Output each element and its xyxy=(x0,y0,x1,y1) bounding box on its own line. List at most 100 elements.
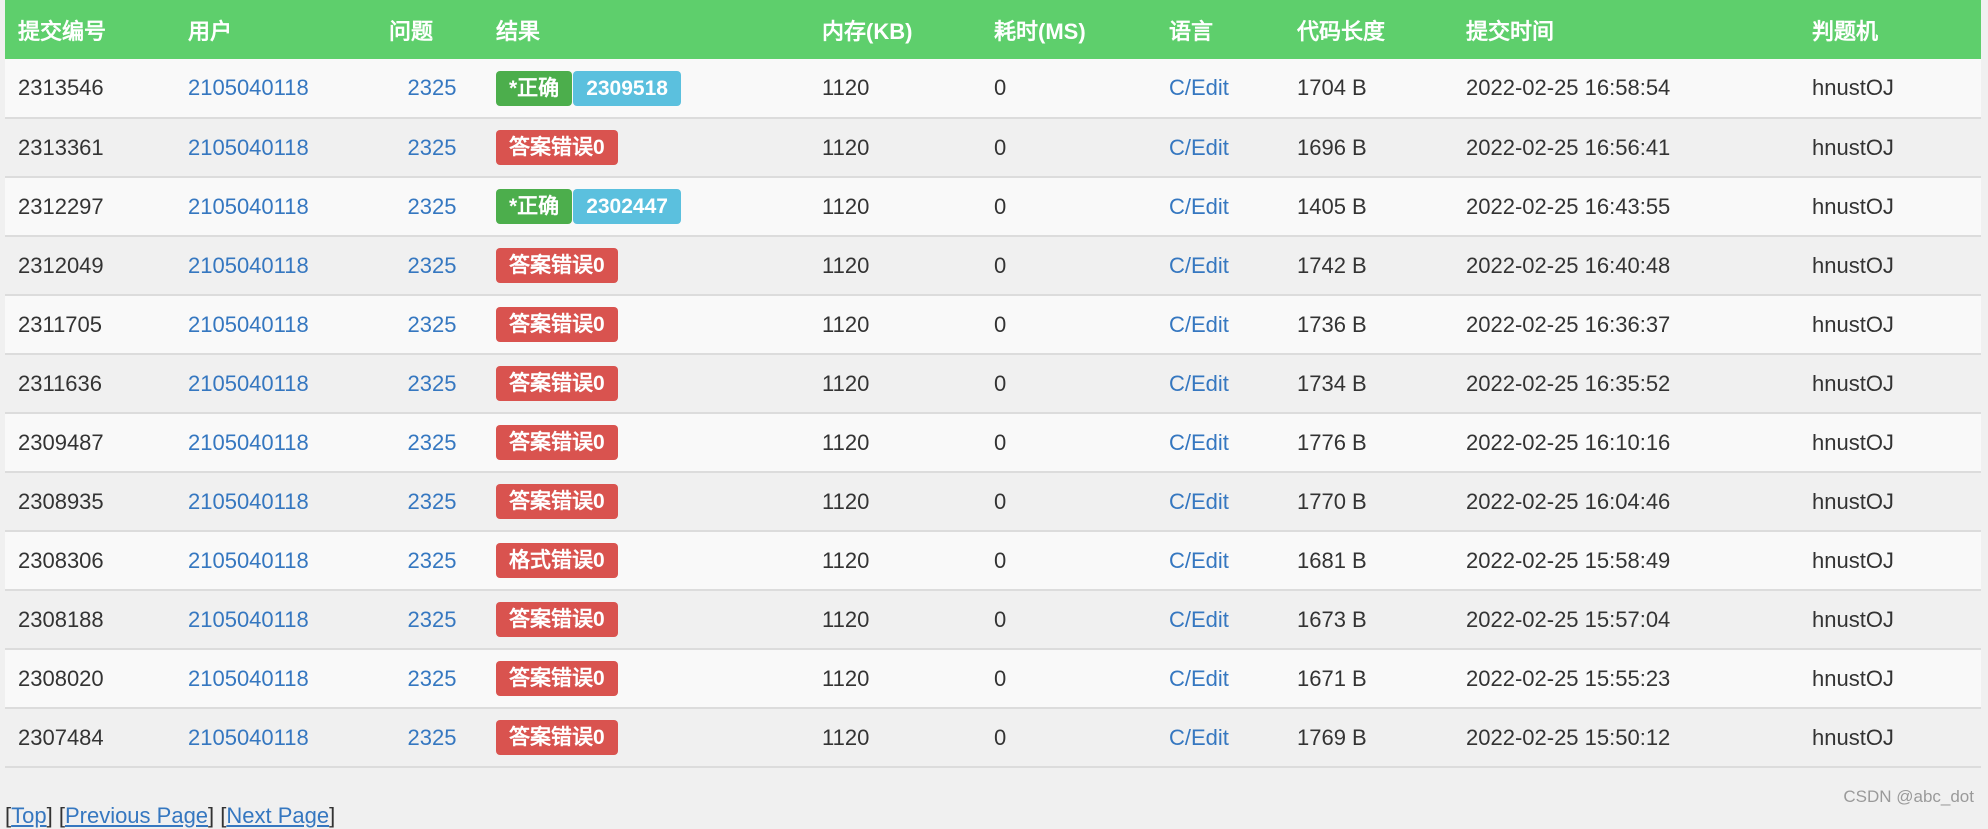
result-error-badge[interactable]: 答案错误0 xyxy=(496,484,618,519)
user-link[interactable]: 2105040118 xyxy=(188,666,309,691)
problem-link[interactable]: 2325 xyxy=(408,548,457,573)
result-error-badge[interactable]: 答案错误0 xyxy=(496,720,618,755)
result-error-badge[interactable]: 答案错误0 xyxy=(496,130,618,165)
header-result: 结果 xyxy=(496,18,541,44)
code-length-cell: 1704 B xyxy=(1297,75,1367,100)
table-row: 2311636 2105040118 2325 答案错误0 1120 0 C/Edit 173… xyxy=(5,354,1981,413)
result-error-badge[interactable]: 答案错误0 xyxy=(496,307,618,342)
language-cell: C/Edit xyxy=(1156,236,1284,295)
user-link[interactable]: 2105040118 xyxy=(188,548,309,573)
header-judge: 判题机 xyxy=(1812,18,1879,44)
user-link[interactable]: 2105040118 xyxy=(188,430,309,455)
language-cell: C/Edit xyxy=(1156,590,1284,649)
user-cell: 2105040118 xyxy=(175,590,381,649)
user-link[interactable]: 2105040118 xyxy=(188,135,309,160)
result-cell: 答案错误0 xyxy=(483,649,809,708)
time-cell: 0 xyxy=(994,75,1007,100)
user-link[interactable]: 2105040118 xyxy=(188,75,309,100)
problem-link[interactable]: 2325 xyxy=(408,312,457,337)
code-length-cell: 1734 B xyxy=(1297,370,1367,396)
code-length-cell: 1769 B xyxy=(1297,724,1367,750)
table-row: 2308188 2105040118 2325 答案错误0 1120 0 C/Edit 167… xyxy=(5,590,1981,649)
problem-link[interactable]: 2325 xyxy=(408,253,457,278)
time-cell: 0 xyxy=(994,311,1007,337)
language-edit-link[interactable]: C/Edit xyxy=(1169,312,1229,337)
memory-cell: 1120 xyxy=(822,134,870,160)
user-link[interactable]: 2105040118 xyxy=(188,312,309,337)
problem-link[interactable]: 2325 xyxy=(408,371,457,396)
language-edit-link[interactable]: C/Edit xyxy=(1169,666,1229,691)
table-row: 2307484 2105040118 2325 答案错误0 1120 0 C/Edit 176… xyxy=(5,708,1981,767)
language-edit-link[interactable]: C/Edit xyxy=(1169,430,1229,455)
code-length-cell: 1671 B xyxy=(1297,665,1367,691)
result-cell: *正确 2302447 xyxy=(483,177,809,236)
memory-cell: 1120 xyxy=(822,429,870,455)
result-cell: *正确 2309518 xyxy=(483,59,809,118)
result-accepted-badge[interactable]: *正确 xyxy=(496,189,573,224)
run-id-cell: 2311705 xyxy=(18,311,103,337)
time-cell: 0 xyxy=(994,665,1007,691)
result-accepted-badge[interactable]: *正确 xyxy=(496,70,573,106)
user-link[interactable]: 2105040118 xyxy=(188,607,309,632)
similarity-badge[interactable]: 2302447 xyxy=(573,189,681,224)
header-memory: 内存(KB) xyxy=(822,18,913,44)
run-id-cell: 2308188 xyxy=(18,606,104,632)
problem-link[interactable]: 2325 xyxy=(408,666,457,691)
problem-link[interactable]: 2325 xyxy=(408,430,457,455)
language-cell: C/Edit xyxy=(1156,649,1284,708)
language-cell: C/Edit xyxy=(1156,295,1284,354)
problem-cell: 2325 xyxy=(381,177,483,236)
user-cell: 2105040118 xyxy=(175,472,381,531)
result-error-badge[interactable]: 格式错误0 xyxy=(496,543,618,578)
problem-link[interactable]: 2325 xyxy=(408,135,457,160)
user-link[interactable]: 2105040118 xyxy=(188,371,309,396)
code-length-cell: 1673 B xyxy=(1297,606,1367,632)
language-edit-link[interactable]: C/Edit xyxy=(1169,194,1229,219)
language-edit-link[interactable]: C/Edit xyxy=(1169,135,1229,160)
next-page-link[interactable]: Next Page xyxy=(226,803,329,828)
user-link[interactable]: 2105040118 xyxy=(188,253,309,278)
problem-cell: 2325 xyxy=(381,649,483,708)
user-link[interactable]: 2105040118 xyxy=(188,725,309,750)
language-edit-link[interactable]: C/Edit xyxy=(1169,75,1229,100)
problem-link[interactable]: 2325 xyxy=(408,194,457,219)
table-row: 2312049 2105040118 2325 答案错误0 1120 0 C/Edit 174… xyxy=(5,236,1981,295)
language-edit-link[interactable]: C/Edit xyxy=(1169,607,1229,632)
problem-link[interactable]: 2325 xyxy=(408,725,457,750)
language-edit-link[interactable]: C/Edit xyxy=(1169,725,1229,750)
language-edit-link[interactable]: C/Edit xyxy=(1169,371,1229,396)
problem-cell: 2325 xyxy=(381,708,483,767)
result-cell: 答案错误0 xyxy=(483,708,809,767)
problem-link[interactable]: 2325 xyxy=(408,607,457,632)
submit-time-cell: 2022-02-25 15:50:12 xyxy=(1466,724,1671,750)
code-length-cell: 1681 B xyxy=(1297,547,1367,573)
table-row: 2313546 2105040118 2325 *正确 2309518 1120 0 C/Ed… xyxy=(5,59,1981,118)
run-id-cell: 2313546 xyxy=(18,75,104,100)
status-table: 提交编号 用户 问题 结果 内存(KB) 耗时(MS) 语言 代码长度 提交时间… xyxy=(5,0,1981,768)
top-link[interactable]: Top xyxy=(11,803,46,828)
similarity-badge[interactable]: 2309518 xyxy=(573,70,681,106)
judge-cell: hnustOJ xyxy=(1812,134,1894,160)
previous-page-link[interactable]: Previous Page xyxy=(65,803,208,828)
language-cell: C/Edit xyxy=(1156,531,1284,590)
language-edit-link[interactable]: C/Edit xyxy=(1169,548,1229,573)
table-row: 2313361 2105040118 2325 答案错误0 1120 0 C/Edit 169… xyxy=(5,118,1981,177)
problem-link[interactable]: 2325 xyxy=(408,489,457,514)
language-cell: C/Edit xyxy=(1156,59,1284,118)
judge-cell: hnustOJ xyxy=(1812,724,1894,750)
judge-cell: hnustOJ xyxy=(1812,75,1894,100)
result-error-badge[interactable]: 答案错误0 xyxy=(496,661,618,696)
user-link[interactable]: 2105040118 xyxy=(188,194,309,219)
result-cell: 格式错误0 xyxy=(483,531,809,590)
time-cell: 0 xyxy=(994,252,1007,278)
result-error-badge[interactable]: 答案错误0 xyxy=(496,248,618,283)
result-error-badge[interactable]: 答案错误0 xyxy=(496,366,618,401)
user-link[interactable]: 2105040118 xyxy=(188,489,309,514)
problem-link[interactable]: 2325 xyxy=(408,75,457,100)
result-error-badge[interactable]: 答案错误0 xyxy=(496,602,618,637)
language-edit-link[interactable]: C/Edit xyxy=(1169,253,1229,278)
run-id-cell: 2311636 xyxy=(18,370,103,396)
judge-cell: hnustOJ xyxy=(1812,193,1894,219)
language-edit-link[interactable]: C/Edit xyxy=(1169,489,1229,514)
result-error-badge[interactable]: 答案错误0 xyxy=(496,425,618,460)
